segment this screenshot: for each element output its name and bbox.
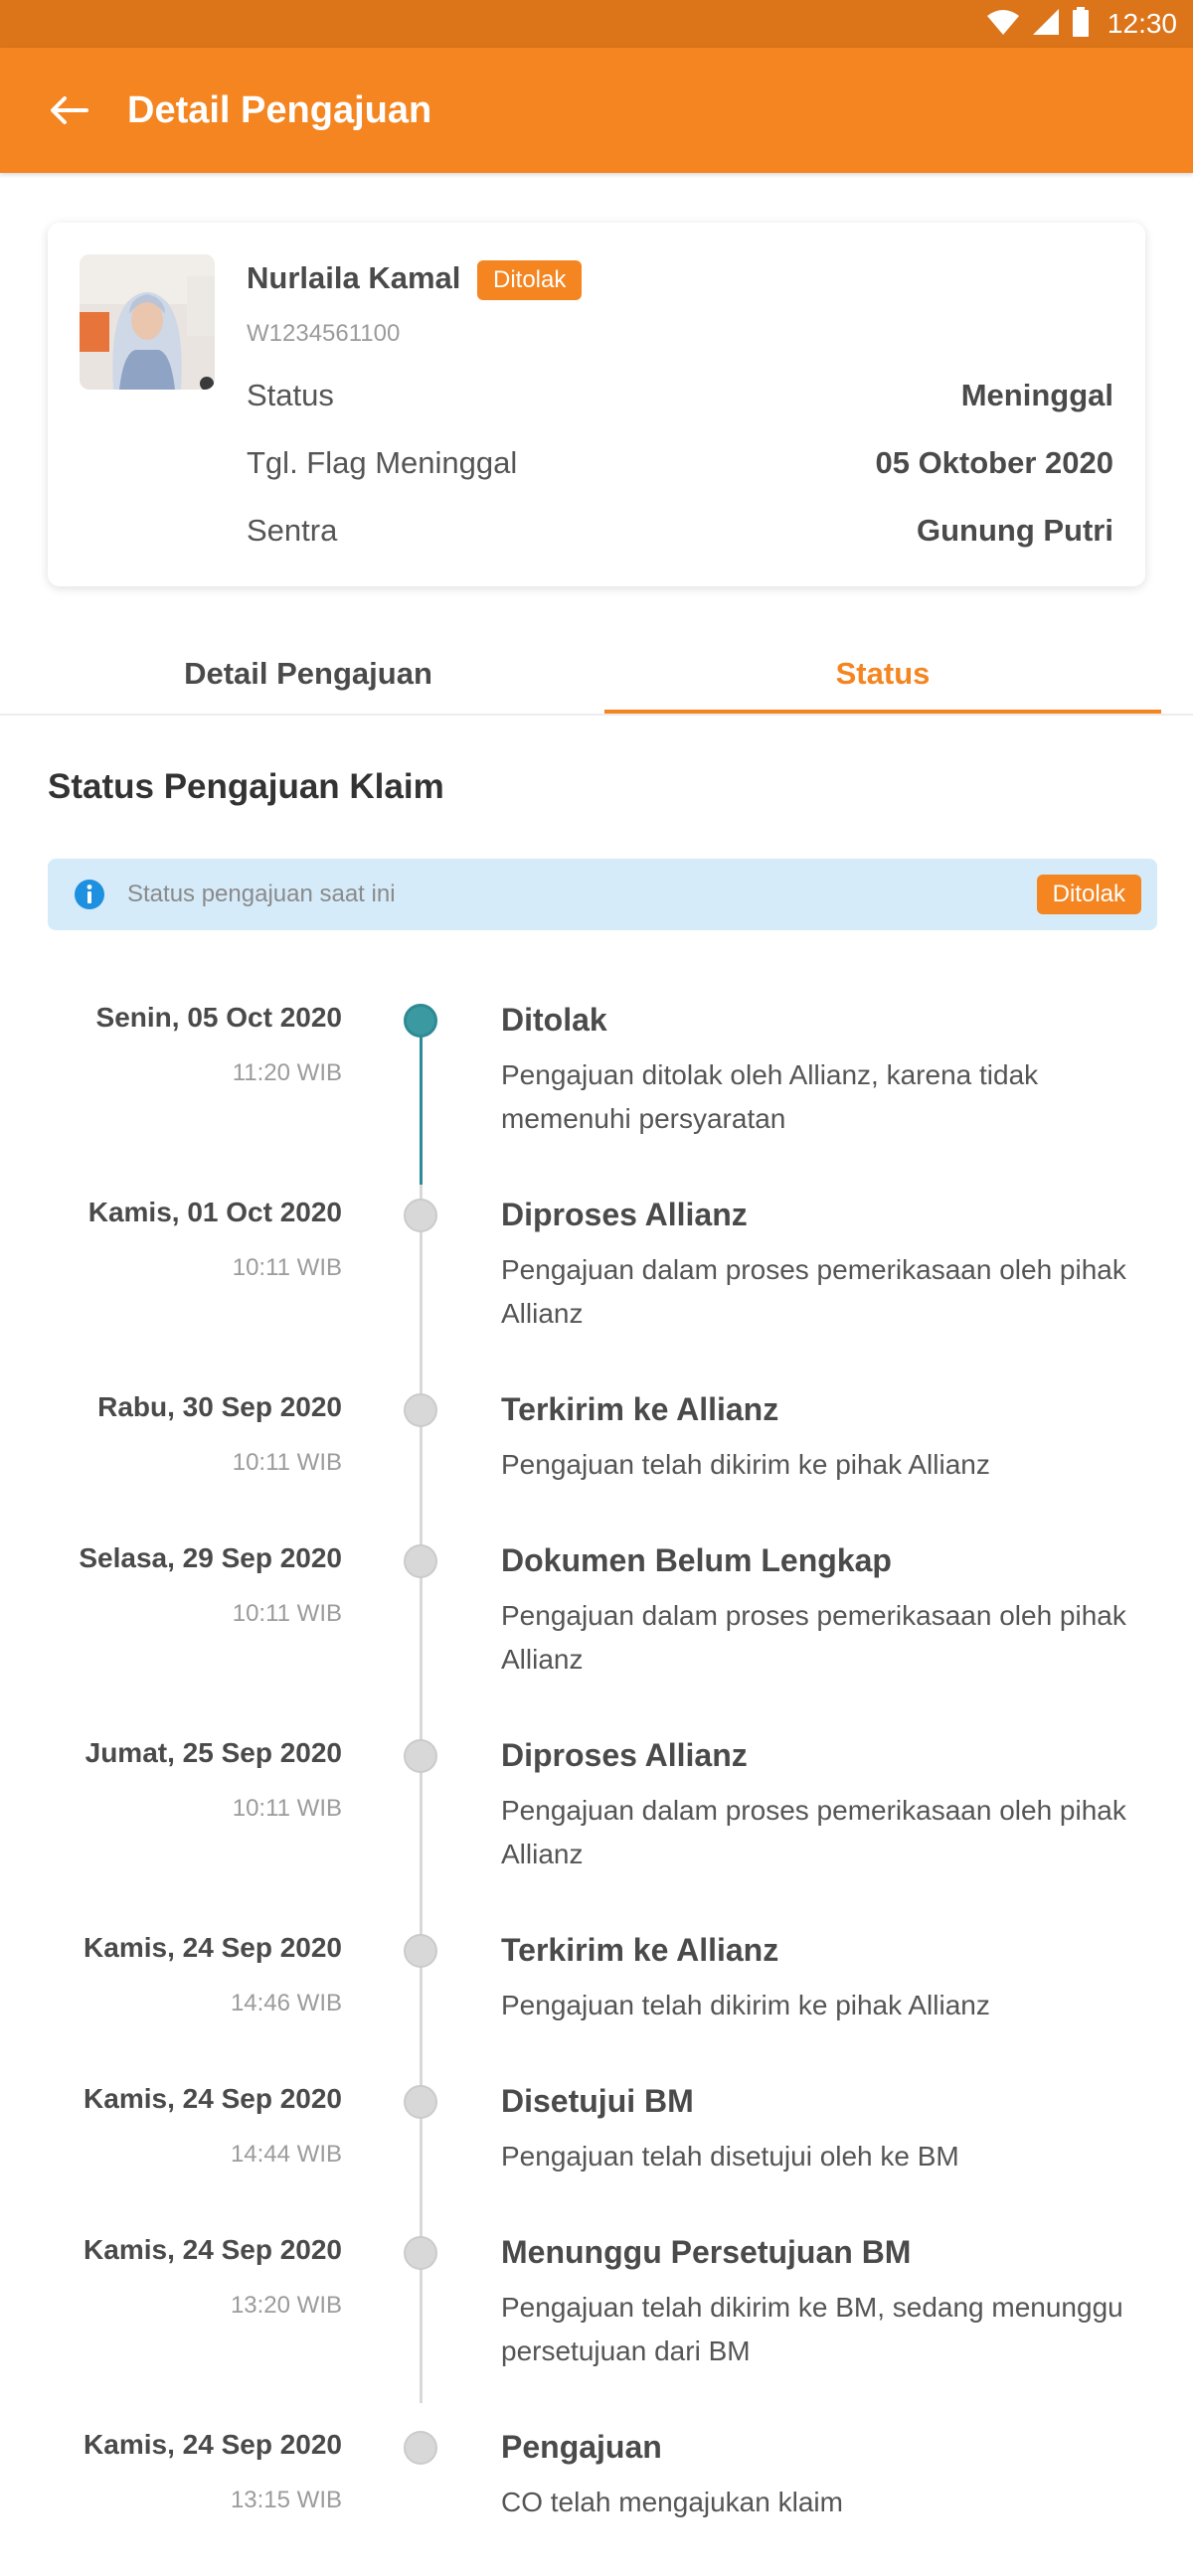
- clock-time: 12:30: [1107, 8, 1177, 39]
- current-status-badge: Ditolak: [1036, 875, 1141, 914]
- current-status-text: Status pengajuan saat ini: [127, 881, 396, 907]
- arrow-left-icon: [51, 96, 88, 124]
- timeline-time: 10:11 WIB: [232, 1254, 342, 1281]
- timeline-title: Disetujui BM: [501, 2083, 694, 2119]
- timeline-title: Pengajuan: [501, 2429, 662, 2465]
- detail-value: Gunung Putri: [916, 513, 1113, 548]
- active-tab-indicator: [604, 710, 1161, 714]
- back-button[interactable]: [44, 85, 93, 135]
- timeline-title: Diproses Allianz: [501, 1737, 748, 1773]
- detail-row-flag-date: Tgl. Flag Meninggal 05 Oktober 2020: [247, 441, 1113, 485]
- timeline-description: Pengajuan dalam proses pemerikasaan oleh…: [501, 1600, 1126, 1675]
- timeline-time: 14:44 WIB: [230, 2141, 342, 2168]
- system-status-bar: 12:30: [0, 0, 1193, 48]
- claimant-card: Nurlaila Kamal Ditolak W1234561100 Statu…: [48, 223, 1145, 586]
- timeline-description: Pengajuan dalam proses pemerikasaan oleh…: [501, 1254, 1126, 1329]
- detail-row-sentra: Sentra Gunung Putri: [247, 509, 1113, 553]
- timeline-dot: [404, 1393, 437, 1427]
- battery-icon: [1072, 6, 1090, 42]
- info-icon: [75, 880, 104, 909]
- detail-label: Tgl. Flag Meninggal: [247, 445, 518, 480]
- timeline-dot: [404, 1199, 437, 1232]
- timeline-date: Selasa, 29 Sep 2020: [79, 1542, 342, 1573]
- timeline-date: Kamis, 24 Sep 2020: [84, 2083, 342, 2114]
- timeline-dot-active: [404, 1004, 437, 1038]
- timeline-time: 13:20 WIB: [230, 2292, 342, 2319]
- timeline-title: Dokumen Belum Lengkap: [501, 1542, 892, 1578]
- timeline-time: 13:15 WIB: [230, 2487, 342, 2513]
- claimant-id: W1234561100: [247, 320, 401, 347]
- timeline-date: Kamis, 01 Oct 2020: [87, 1197, 342, 1227]
- timeline-date: Kamis, 24 Sep 2020: [84, 2429, 342, 2460]
- page-title: Detail Pengajuan: [127, 89, 432, 131]
- timeline-description: Pengajuan ditolak oleh Allianz, karena t…: [501, 1059, 1039, 1134]
- timeline-dot: [404, 2236, 437, 2270]
- timeline-time: 11:20 WIB: [232, 1059, 342, 1086]
- timeline-dot: [404, 1739, 437, 1773]
- timeline-date: Kamis, 24 Sep 2020: [84, 1932, 342, 1963]
- timeline-title: Ditolak: [501, 1002, 607, 1038]
- timeline-line: [420, 1185, 423, 2403]
- cell-signal-icon: [1032, 8, 1060, 41]
- detail-label: Status: [247, 378, 334, 412]
- detail-label: Sentra: [247, 513, 338, 548]
- timeline-description: Pengajuan telah dikirim ke pihak Allianz: [501, 1990, 990, 2020]
- timeline-date: Rabu, 30 Sep 2020: [97, 1391, 342, 1422]
- timeline-dot: [404, 2431, 437, 2465]
- timeline-title: Terkirim ke Allianz: [501, 1391, 779, 1427]
- app-bar: Detail Pengajuan: [0, 48, 1193, 173]
- timeline-date: Senin, 05 Oct 2020: [95, 1002, 342, 1033]
- avatar: [80, 254, 215, 390]
- timeline-time: 14:46 WIB: [230, 1990, 342, 2016]
- timeline-date: Kamis, 24 Sep 2020: [84, 2234, 342, 2265]
- claimant-name: Nurlaila Kamal: [247, 260, 461, 295]
- tab-status[interactable]: Status: [604, 632, 1161, 716]
- timeline-time: 10:11 WIB: [232, 1600, 342, 1627]
- section-title: Status Pengajuan Klaim: [48, 767, 444, 806]
- timeline-title: Menunggu Persetujuan BM: [501, 2234, 912, 2270]
- current-status-banner: Status pengajuan saat ini Ditolak: [48, 859, 1157, 930]
- timeline-time: 10:11 WIB: [232, 1449, 342, 1476]
- timeline-description: Pengajuan telah dikirim ke BM, sedang me…: [501, 2292, 1123, 2366]
- wifi-icon: [986, 8, 1020, 41]
- tab-detail-pengajuan[interactable]: Detail Pengajuan: [0, 632, 616, 716]
- timeline-dot: [404, 2085, 437, 2119]
- timeline-description: Pengajuan telah disetujui oleh ke BM: [501, 2141, 959, 2172]
- status-icons: 12:30: [986, 0, 1177, 48]
- timeline-title: Diproses Allianz: [501, 1197, 748, 1232]
- timeline-date: Jumat, 25 Sep 2020: [85, 1737, 342, 1768]
- timeline-description: Pengajuan telah dikirim ke pihak Allianz: [501, 1449, 990, 1480]
- timeline-description: Pengajuan dalam proses pemerikasaan oleh…: [501, 1795, 1126, 1869]
- timeline-time: 10:11 WIB: [232, 1795, 342, 1822]
- detail-row-status: Status Meninggal: [247, 374, 1113, 417]
- tab-bar: Detail Pengajuan Status: [0, 632, 1193, 716]
- status-badge: Ditolak: [477, 260, 583, 300]
- timeline-dot: [404, 1544, 437, 1578]
- detail-value: 05 Oktober 2020: [875, 445, 1113, 480]
- timeline-title: Terkirim ke Allianz: [501, 1932, 779, 1968]
- timeline-description: CO telah mengajukan klaim: [501, 2487, 843, 2517]
- detail-value: Meninggal: [960, 378, 1113, 412]
- timeline-dot: [404, 1934, 437, 1968]
- timeline-line-active: [420, 1020, 423, 1185]
